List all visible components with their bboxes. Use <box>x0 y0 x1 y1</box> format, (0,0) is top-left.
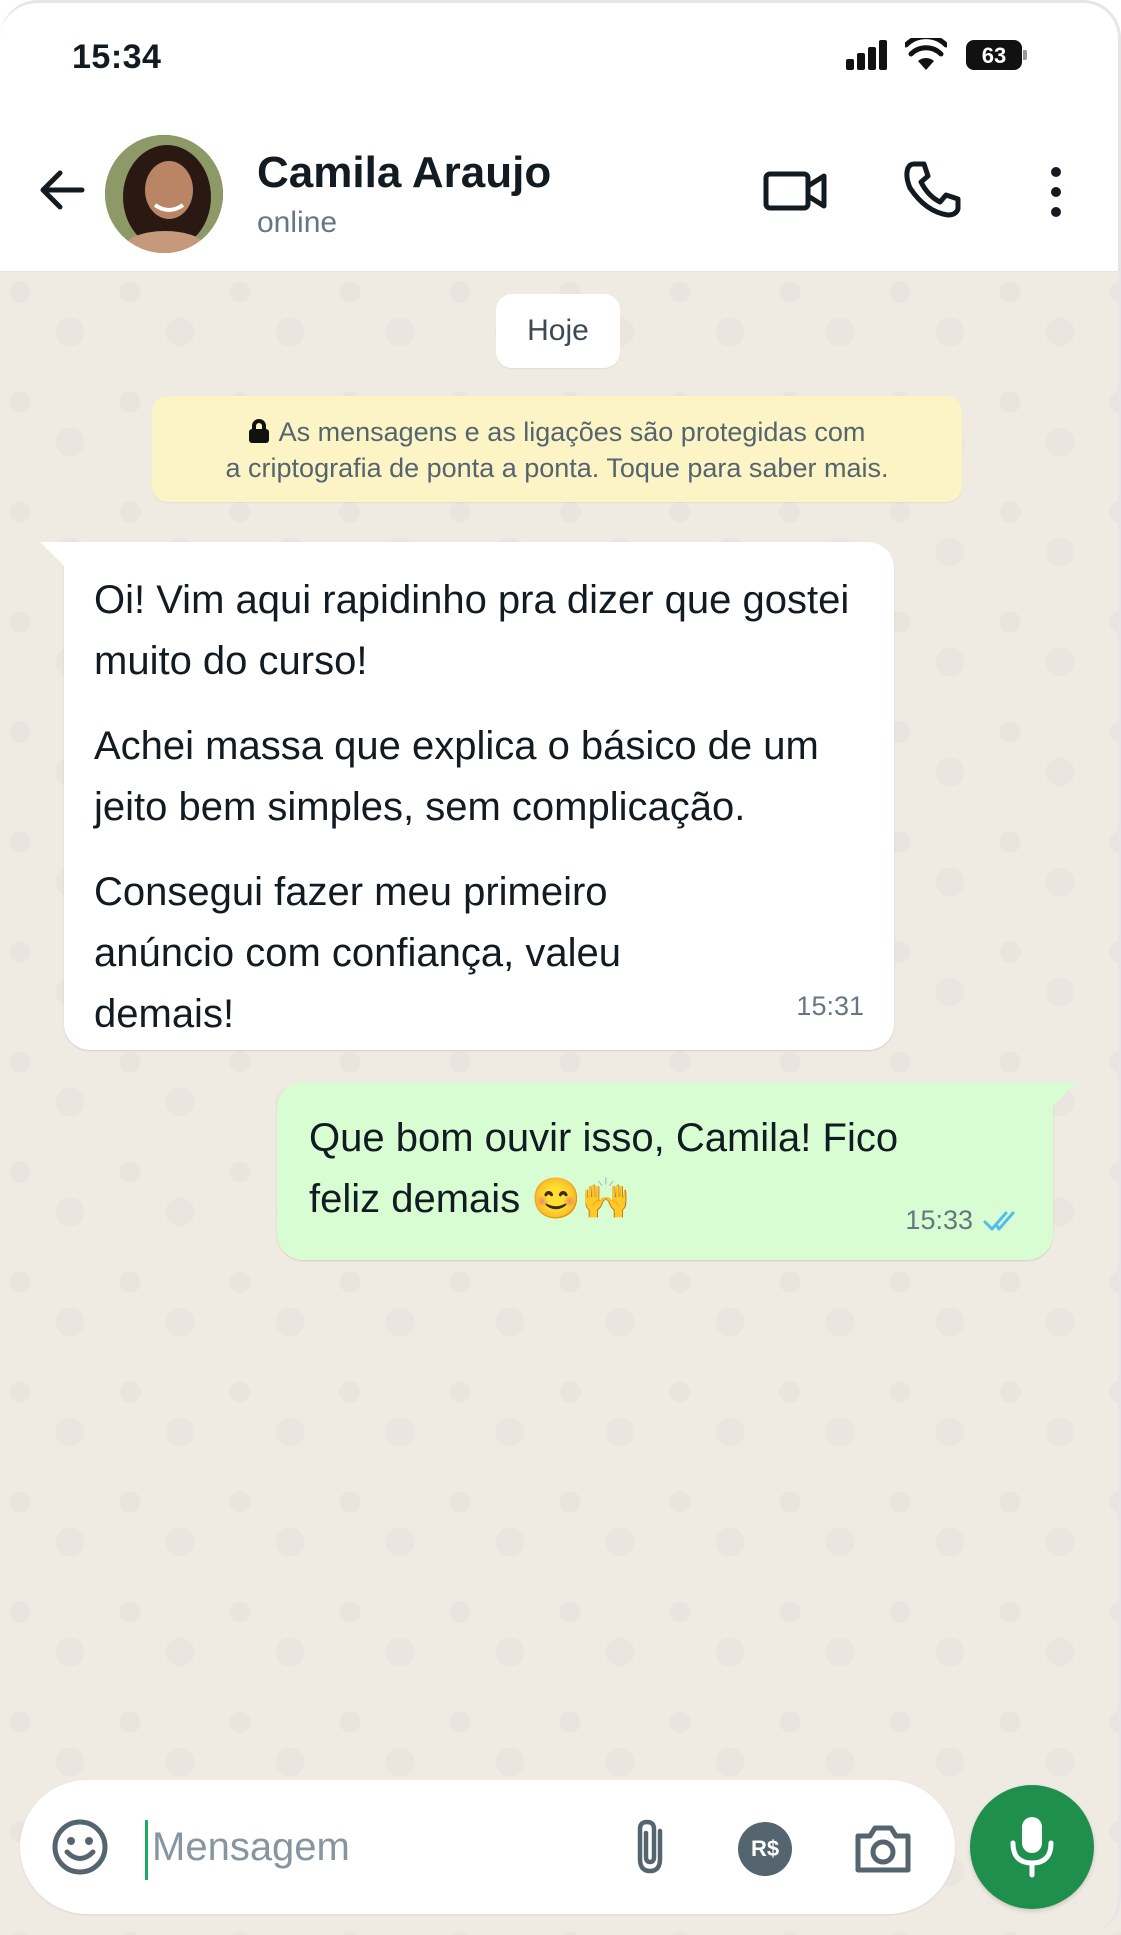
status-bar: 15:34 63 <box>0 0 1121 110</box>
text-caret <box>145 1820 148 1880</box>
lock-icon <box>248 419 269 443</box>
incoming-message[interactable]: Oi! Vim aqui rapidinho pra dizer que gos… <box>40 542 894 1050</box>
back-arrow-icon[interactable] <box>32 160 92 220</box>
double-check-icon <box>983 1211 1015 1230</box>
encryption-notice[interactable]: As mensagens e as ligações são protegida… <box>152 396 962 502</box>
outgoing-message[interactable]: Que bom ouvir isso, Camila! Fico feliz d… <box>277 1082 1077 1260</box>
payment-icon[interactable]: R$ <box>738 1822 792 1876</box>
status-time: 15:34 <box>72 38 162 76</box>
encryption-text-line2: a criptografia de ponta a ponta. Toque p… <box>225 453 889 483</box>
emoji-icon[interactable] <box>50 1817 110 1877</box>
paperclip-icon[interactable] <box>630 1817 674 1877</box>
message-text: Que bom ouvir isso, Camila! Fico feliz d… <box>309 1116 899 1221</box>
battery-icon: 63 <box>966 40 1028 70</box>
message-input[interactable] <box>152 1814 612 1880</box>
signal-icon <box>846 40 892 70</box>
chat-header: Camila Araujo online <box>0 110 1121 272</box>
phone-screen: 15:34 63 Camila Araujo online Hoje As me… <box>0 0 1121 1935</box>
battery-level: 63 <box>981 43 1007 68</box>
chat-area[interactable]: Hoje As mensagens e as ligações são prot… <box>0 272 1121 1935</box>
date-chip: Hoje <box>496 294 620 368</box>
message-time: 15:33 <box>905 1205 973 1235</box>
avatar[interactable] <box>105 135 223 253</box>
contact-status: online <box>257 206 338 239</box>
video-call-icon[interactable] <box>762 160 830 220</box>
message-paragraph: Achei massa que explica o básico de um j… <box>94 724 819 829</box>
camera-icon[interactable] <box>852 1820 914 1876</box>
message-paragraph: Oi! Vim aqui rapidinho pra dizer que gos… <box>94 578 850 683</box>
message-meta: 15:33 <box>905 1205 1023 1236</box>
encryption-text-line1: As mensagens e as ligações são protegida… <box>278 417 866 447</box>
message-composer: R$ <box>20 1780 955 1914</box>
more-options-icon[interactable] <box>1040 162 1072 222</box>
message-time: 15:31 <box>796 991 864 1021</box>
mic-button[interactable] <box>970 1785 1094 1909</box>
message-paragraph: Consegui fazer meu primeiro anúncio com … <box>94 870 621 1036</box>
contact-name[interactable]: Camila Araujo <box>257 148 551 198</box>
mic-icon <box>1010 1817 1054 1878</box>
phone-call-icon[interactable] <box>900 158 962 220</box>
wifi-icon <box>905 38 947 70</box>
